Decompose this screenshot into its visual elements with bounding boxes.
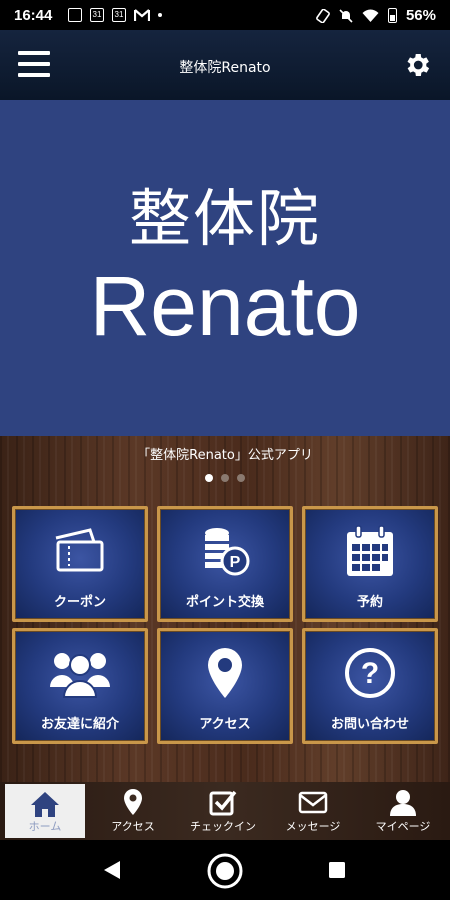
mail-icon [298,791,328,814]
recents-icon[interactable] [328,861,346,879]
users-icon [50,653,110,698]
tab-home-label: ホーム [28,820,62,833]
status-time: 16:44 [14,7,53,24]
tab-access-label: アクセス [111,820,155,833]
person-icon [390,790,416,816]
system-nav-bar [0,840,450,900]
reservation-label: 予約 [356,595,383,610]
home-nav-icon[interactable] [206,852,244,890]
tab-checkin-label: チェックイン [190,820,256,833]
calendar-icon: 31 [90,8,104,22]
ticket-icon [55,528,104,572]
refer-friend-label: お友達に紹介 [40,717,119,732]
refer-friend-button[interactable]: お友達に紹介 [12,628,148,744]
notification-icons: 31 31 [68,8,162,22]
tab-checkin[interactable]: チェックイン [178,782,268,840]
coins-icon: P [205,528,250,576]
map-pin-icon [124,789,142,815]
gmail-icon [134,9,150,21]
tab-mypage[interactable]: マイページ [358,782,448,840]
system-indicators: 56% [316,7,436,24]
svg-text:?: ? [361,657,379,690]
point-exchange-label: ポイント交換 [185,595,264,610]
carousel-dot[interactable] [205,474,213,482]
battery-icon [387,8,397,23]
mute-icon [339,8,353,23]
access-button[interactable]: アクセス [157,628,293,744]
checkbox-icon [209,790,237,816]
home-icon [31,792,59,817]
menu-area: 「整体院Renato」公式アプリ クーポン P ポイント交換 予約 お友達に紹介… [0,436,450,782]
contact-button[interactable]: ? お問い合わせ [302,628,438,744]
hero-banner[interactable]: 整体院 Renato [0,100,450,436]
carousel-dot[interactable] [237,474,245,482]
image-icon [68,8,82,22]
gear-icon[interactable] [402,50,432,80]
carousel-indicator [0,474,450,482]
bottom-tab-bar: ホーム アクセス チェックイン メッセージ マイページ [0,782,450,840]
status-bar: 16:44 31 31 56% [0,0,450,30]
svg-text:P: P [230,554,241,571]
coupon-button[interactable]: クーポン [12,506,148,622]
hero-title-kanji: 整体院 [128,182,321,255]
access-label: アクセス [199,717,251,732]
tab-messages[interactable]: メッセージ [268,782,358,840]
notification-dot-icon [158,13,162,17]
reservation-button[interactable]: 予約 [302,506,438,622]
wifi-icon [362,9,379,22]
point-exchange-button[interactable]: P ポイント交換 [157,506,293,622]
app-subtitle: 「整体院Renato」公式アプリ [137,448,313,463]
contact-label: お問い合わせ [330,717,409,732]
app-header: 整体院Renato [0,30,450,100]
app-title: 整体院Renato [179,60,271,76]
menu-grid: クーポン P ポイント交換 予約 お友達に紹介 アクセス ? お問い合わせ [12,506,438,744]
tab-mypage-label: マイページ [375,820,431,833]
calendar-icon: 31 [112,8,126,22]
calendar-icon [347,525,393,576]
hero-title-latin: Renato [89,259,361,353]
tab-home[interactable]: ホーム [5,784,85,838]
back-icon[interactable] [102,860,122,880]
carousel-dot[interactable] [221,474,229,482]
map-pin-icon [208,648,242,698]
question-icon: ? [345,648,395,698]
tab-messages-label: メッセージ [285,820,341,833]
rotate-icon [316,8,330,23]
battery-level: 56% [405,7,436,24]
coupon-label: クーポン [53,595,106,610]
tab-access[interactable]: アクセス [88,782,178,840]
